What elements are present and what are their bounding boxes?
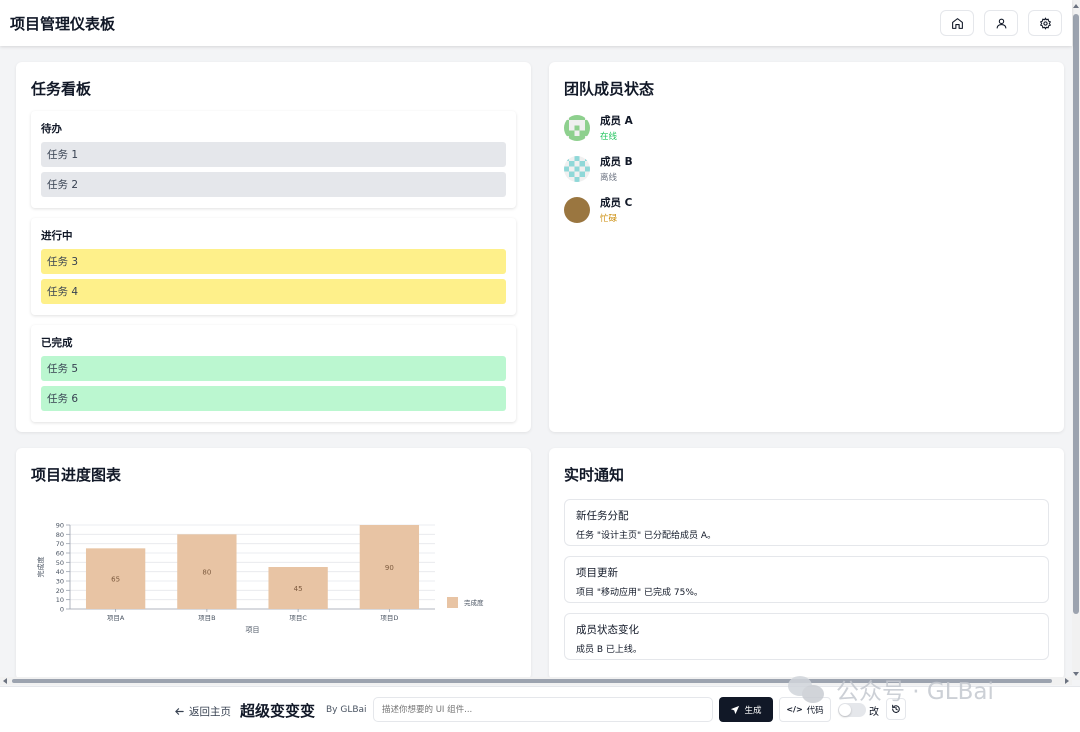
vertical-scrollbar[interactable] <box>1072 0 1080 680</box>
board-column-in-progress: 进行中 任务 3 任务 4 <box>31 218 516 315</box>
x-tick-label: 项目A <box>107 614 125 622</box>
column-title: 待办 <box>41 123 62 135</box>
notification-title: 项目更新 <box>576 567 618 579</box>
member-status: 离线 <box>600 173 618 183</box>
board-column-todo: 待办 任务 1 任务 2 <box>31 111 516 208</box>
brand-author: By GLBai <box>326 705 367 715</box>
scroll-up-icon[interactable] <box>1073 4 1079 8</box>
top-bar: 项目管理仪表板 <box>0 0 1072 46</box>
team-status-card: 团队成员状态 成员 A 在线 成员 B 离线 成员 C 忙碌 <box>549 62 1064 432</box>
task-board-card: 任务看板 待办 任务 1 任务 2 进行中 任务 3 任务 4 已完成 任务 5… <box>16 62 531 432</box>
notification-title: 新任务分配 <box>576 510 629 522</box>
member-item: 成员 C 忙碌 <box>564 195 1049 224</box>
column-title: 已完成 <box>41 337 73 349</box>
bar-value-label: 80 <box>202 569 211 577</box>
bar-value-label: 65 <box>111 576 120 584</box>
task-card[interactable]: 任务 5 <box>41 356 506 381</box>
board-column-done: 已完成 任务 5 任务 6 <box>31 325 516 422</box>
watermark-text: 公众号 · GLBai <box>836 679 994 705</box>
y-tick-label: 30 <box>56 578 64 586</box>
notification-item[interactable]: 项目更新 项目 "移动应用" 已完成 75%。 <box>564 556 1049 603</box>
y-tick-label: 60 <box>56 550 64 558</box>
notification-body: 任务 "设计主页" 已分配给成员 A。 <box>576 531 717 541</box>
task-board-title: 任务看板 <box>31 80 92 98</box>
arrow-left-icon <box>175 708 184 715</box>
progress-bar-chart: 010203040506070809065项目A80项目B45项目C90项目D项… <box>36 522 484 635</box>
home-icon <box>951 17 963 29</box>
member-item: 成员 A 在线 <box>564 113 1049 142</box>
legend-label: 完成度 <box>464 598 484 607</box>
scroll-right-icon[interactable] <box>1065 678 1069 684</box>
brand-name: 超级变变变 <box>240 702 316 720</box>
task-card[interactable]: 任务 4 <box>41 279 506 304</box>
y-tick-label: 70 <box>56 540 64 548</box>
avatar <box>564 196 590 223</box>
y-tick-label: 90 <box>56 522 64 530</box>
generate-label: 生成 <box>744 705 762 716</box>
legend-swatch <box>447 597 458 608</box>
settings-button[interactable] <box>1028 10 1062 36</box>
prompt-input[interactable] <box>373 697 713 722</box>
task-card[interactable]: 任务 1 <box>41 142 506 167</box>
scrollbar-thumb[interactable] <box>1073 14 1079 614</box>
member-name: 成员 B <box>600 156 633 168</box>
profile-button[interactable] <box>984 10 1018 36</box>
generate-button[interactable]: 生成 <box>719 697 773 722</box>
x-axis-label: 项目 <box>246 626 260 634</box>
watermark: 公众号 · GLBai <box>788 672 994 706</box>
task-card[interactable]: 任务 2 <box>41 172 506 197</box>
progress-chart-title: 项目进度图表 <box>31 466 122 484</box>
avatar <box>564 155 590 182</box>
member-status: 忙碌 <box>600 214 618 224</box>
y-tick-label: 50 <box>56 559 64 567</box>
notification-title: 成员状态变化 <box>576 624 639 636</box>
notifications-title: 实时通知 <box>564 466 625 484</box>
y-tick-label: 80 <box>56 531 64 539</box>
notifications-card: 实时通知 新任务分配 任务 "设计主页" 已分配给成员 A。 项目更新 项目 "… <box>549 448 1064 680</box>
notification-body: 项目 "移动应用" 已完成 75%。 <box>576 588 703 598</box>
notification-item[interactable]: 新任务分配 任务 "设计主页" 已分配给成员 A。 <box>564 499 1049 546</box>
settings-icon <box>1039 17 1051 29</box>
user-icon <box>996 18 1006 28</box>
y-tick-label: 0 <box>60 606 64 614</box>
member-item: 成员 B 离线 <box>564 154 1049 183</box>
page-title: 项目管理仪表板 <box>10 14 116 33</box>
column-title: 进行中 <box>41 230 73 242</box>
x-tick-label: 项目B <box>198 614 215 622</box>
wechat-icon <box>788 674 828 704</box>
notification-body: 成员 B 已上线。 <box>576 645 642 655</box>
bar-value-label: 90 <box>385 564 394 572</box>
member-name: 成员 C <box>600 197 633 209</box>
task-card[interactable]: 任务 3 <box>41 249 506 274</box>
avatar <box>564 114 590 141</box>
back-home-link[interactable]: 返回主页 <box>174 704 231 719</box>
code-icon: </> <box>786 705 803 714</box>
member-name: 成员 A <box>600 115 633 127</box>
notification-item[interactable]: 成员状态变化 成员 B 已上线。 <box>564 613 1049 660</box>
x-tick-label: 项目D <box>380 614 398 622</box>
y-axis-label: 完成度 <box>36 557 45 578</box>
task-card[interactable]: 任务 6 <box>41 386 506 411</box>
y-tick-label: 10 <box>56 596 64 604</box>
team-status-title: 团队成员状态 <box>564 80 655 98</box>
send-icon <box>731 705 740 714</box>
header-actions <box>940 10 1062 36</box>
bar-value-label: 45 <box>294 585 303 593</box>
scroll-down-icon[interactable] <box>1073 672 1079 676</box>
y-tick-label: 40 <box>56 568 64 576</box>
scroll-left-icon[interactable] <box>3 678 7 684</box>
back-home-label: 返回主页 <box>189 706 231 718</box>
member-status: 在线 <box>600 132 618 142</box>
y-tick-label: 20 <box>56 587 64 595</box>
x-tick-label: 项目C <box>289 614 307 622</box>
home-button[interactable] <box>940 10 974 36</box>
